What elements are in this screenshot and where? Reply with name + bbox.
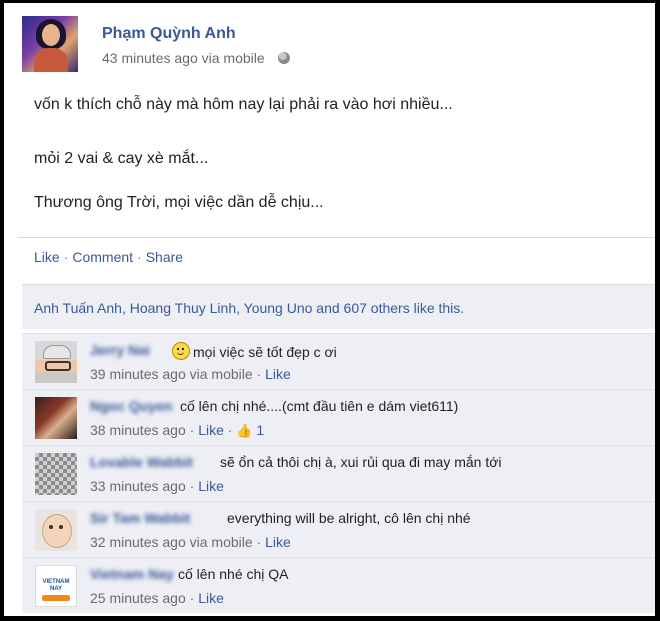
post-frame: Phạm Quỳnh Anh 43 minutes ago via mobile… xyxy=(4,3,655,616)
avatar-label: VIETNAM NAY xyxy=(42,579,70,592)
comment-meta: 33 minutes ago · Like xyxy=(90,478,224,494)
post-timestamp[interactable]: 43 minutes ago via mobile xyxy=(102,50,265,66)
commenter-name[interactable]: Ngoc Quyen xyxy=(90,398,172,414)
comment-text: mọi việc sẽ tốt đẹp c ơi xyxy=(172,342,337,360)
comment-item: Sir Tam Wabbit everything will be alrigh… xyxy=(22,501,655,557)
commenter-avatar[interactable] xyxy=(35,397,77,439)
comment-like-link[interactable]: Like xyxy=(198,478,224,494)
comment-item: VIETNAM NAY Vietnam Nay cố lên nhé chị Q… xyxy=(22,557,655,613)
comment-text: cố lên chị nhé....(cmt đầu tiên e dám vi… xyxy=(180,398,459,414)
divider xyxy=(18,237,655,238)
commenter-avatar[interactable] xyxy=(35,341,77,383)
comment-like-count[interactable]: 1 xyxy=(256,422,264,438)
share-link[interactable]: Share xyxy=(146,249,183,265)
comment-like-link[interactable]: Like xyxy=(265,366,291,382)
comment-item: Lovable Wabbit sẽ ổn cả thôi chị à, xui … xyxy=(22,445,655,501)
commenter-name[interactable]: Sir Tam Wabbit xyxy=(90,510,190,526)
post-line: Thương ông Trời, mọi việc dần dễ chịu... xyxy=(34,194,324,211)
commenter-avatar[interactable] xyxy=(35,453,77,495)
like-link[interactable]: Like xyxy=(34,249,60,265)
comment-like-link[interactable]: Like xyxy=(265,534,291,550)
post-line: vốn k thích chỗ này mà hôm nay lại phải … xyxy=(34,96,453,113)
commenter-name[interactable]: Jerry Nai xyxy=(90,342,150,358)
smiley-icon xyxy=(172,342,190,360)
commenter-avatar[interactable]: VIETNAM NAY xyxy=(35,565,77,607)
globe-icon xyxy=(278,52,290,64)
comment-meta: 25 minutes ago · Like xyxy=(90,590,224,606)
likes-summary: Anh Tuấn Anh, Hoang Thuy Linh, Young Uno… xyxy=(22,284,655,329)
post-actions: Like · Comment · Share xyxy=(34,249,184,265)
commenter-name[interactable]: Vietnam Nay xyxy=(90,566,174,582)
comment-link[interactable]: Comment xyxy=(72,249,133,265)
comment-meta: 32 minutes ago via mobile · Like xyxy=(90,534,291,550)
author-avatar[interactable] xyxy=(22,16,78,72)
commenter-avatar[interactable] xyxy=(35,509,77,551)
comment-text: cố lên nhé chị QA xyxy=(178,566,289,582)
comment-text: sẽ ổn cả thôi chị à, xui rủi qua đi may … xyxy=(220,454,502,470)
commenter-name[interactable]: Lovable Wabbit xyxy=(90,454,193,470)
post-line: mỏi 2 vai & cay xè mắt... xyxy=(34,150,209,167)
comment-meta: 39 minutes ago via mobile · Like xyxy=(90,366,291,382)
comment-meta: 38 minutes ago · Like · 👍 1 xyxy=(90,422,265,438)
author-name[interactable]: Phạm Quỳnh Anh xyxy=(102,25,236,43)
comment-like-link[interactable]: Like xyxy=(198,422,224,438)
likes-text[interactable]: Anh Tuấn Anh, Hoang Thuy Linh, Young Uno… xyxy=(34,300,464,316)
comment-item: Jerry Nai mọi việc sẽ tốt đẹp c ơi 39 mi… xyxy=(22,333,655,389)
thumbs-up-icon: 👍 xyxy=(236,423,253,438)
comment-text: everything will be alright, cô lên chị n… xyxy=(227,510,471,526)
comment-item: Ngoc Quyen cố lên chị nhé....(cmt đầu ti… xyxy=(22,389,655,445)
comment-like-link[interactable]: Like xyxy=(198,590,224,606)
